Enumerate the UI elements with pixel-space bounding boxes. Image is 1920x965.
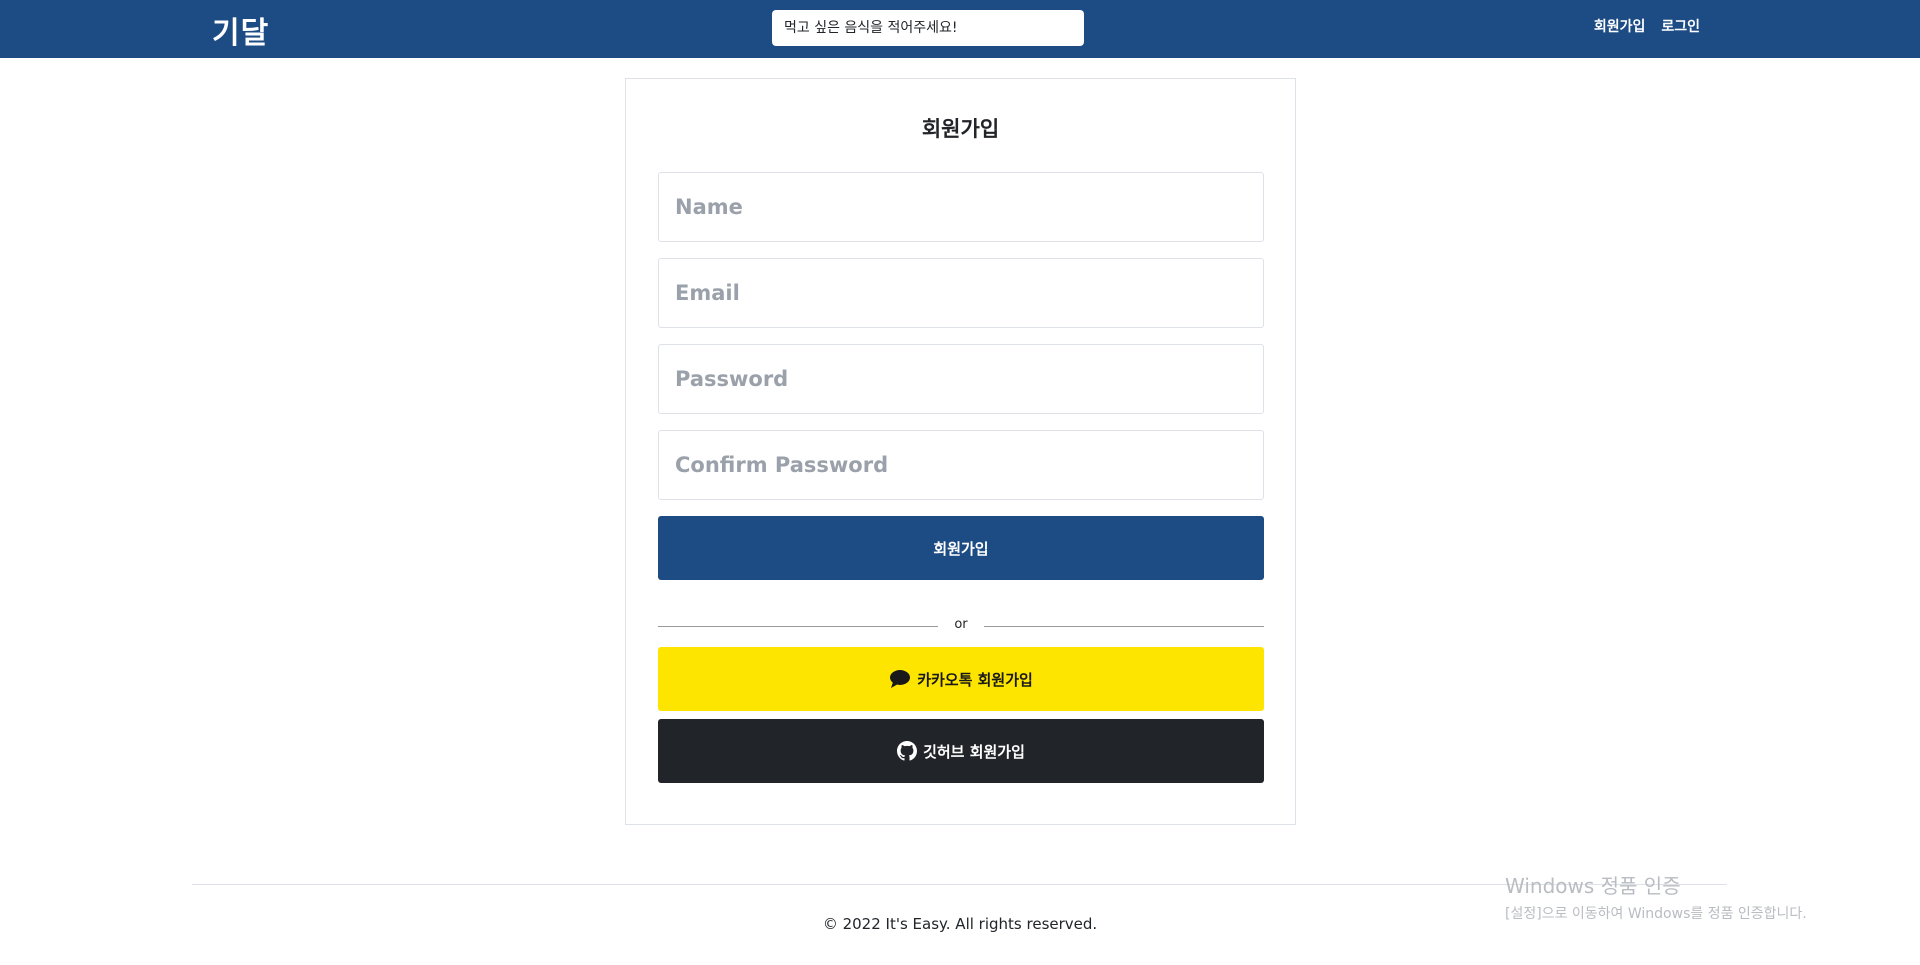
or-divider: or — [658, 616, 1264, 636]
search-input[interactable] — [772, 10, 1084, 46]
signup-title: 회원가입 — [921, 117, 1000, 141]
signup-card: 회원가입 회원가입 or 카카오톡 회원가입 깃허브 회원가입 — [625, 78, 1296, 825]
brand-logo[interactable]: 기달 — [212, 8, 269, 52]
github-signup-label: 깃허브 회원가입 — [923, 742, 1025, 761]
nav-login-link[interactable]: 로그인 — [1661, 16, 1700, 36]
chat-bubble-icon — [889, 669, 911, 689]
windows-activation-watermark: Windows 정품 인증 [설정]으로 이동하여 Windows를 정품 인증… — [1505, 870, 1807, 923]
top-navbar: 기달 회원가입 로그인 — [0, 0, 1920, 58]
nav-signup-link[interactable]: 회원가입 — [1594, 16, 1646, 36]
signup-submit-button[interactable]: 회원가입 — [658, 516, 1264, 580]
kakao-signup-button[interactable]: 카카오톡 회원가입 — [658, 647, 1264, 711]
email-field[interactable] — [658, 258, 1264, 328]
divider-text: or — [954, 617, 968, 632]
github-signup-button[interactable]: 깃허브 회원가입 — [658, 719, 1264, 783]
password-field[interactable] — [658, 344, 1264, 414]
name-field[interactable] — [658, 172, 1264, 242]
nav-links: 회원가입 로그인 — [1594, 16, 1700, 36]
confirm-password-field[interactable] — [658, 430, 1264, 500]
signup-submit-label: 회원가입 — [933, 539, 989, 558]
watermark-subtitle: [설정]으로 이동하여 Windows를 정품 인증합니다. — [1505, 906, 1807, 922]
watermark-title: Windows 정품 인증 — [1505, 874, 1681, 898]
kakao-signup-label: 카카오톡 회원가입 — [917, 670, 1033, 689]
github-icon — [897, 741, 918, 761]
footer-divider — [192, 884, 1727, 885]
